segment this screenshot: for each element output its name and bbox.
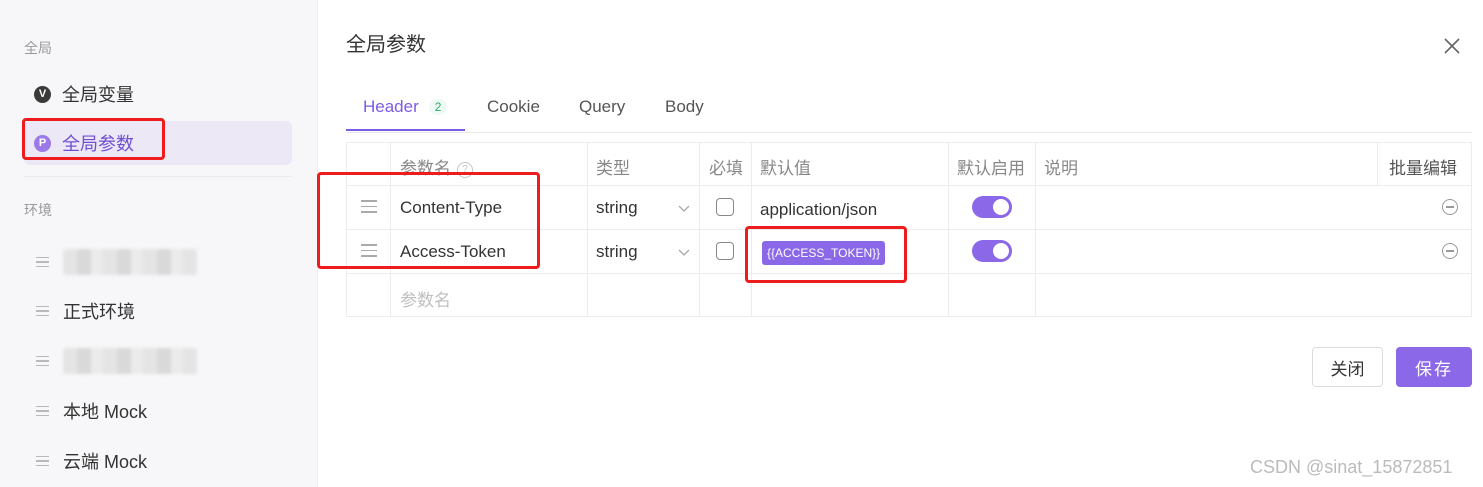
sidebar-item-label: 全局参数 <box>62 134 134 154</box>
enabled-toggle[interactable] <box>972 240 1012 262</box>
param-name-cell[interactable]: Access-Token <box>400 242 506 262</box>
watermark: CSDN @sinat_15872851 <box>1250 457 1453 477</box>
tab-bar: Header 2 Cookie Query Body <box>346 84 1472 133</box>
params-table: 参数名? 类型 必填 默认值 默认启用 说明 批量编辑 Content-Type… <box>346 142 1472 317</box>
drag-handle-icon[interactable] <box>361 200 377 213</box>
tab-cookie[interactable]: Cookie <box>487 84 540 130</box>
sidebar-item-global-variables[interactable]: V 全局变量 <box>24 72 292 116</box>
variable-token-chip[interactable]: {{ACCESS_TOKEN}} <box>762 241 886 265</box>
enabled-toggle[interactable] <box>972 196 1012 218</box>
tab-header[interactable]: Header 2 <box>363 84 448 130</box>
redacted-label <box>63 348 197 374</box>
env-item-label: 本地 Mock <box>63 402 148 422</box>
sidebar: 全局 V 全局变量 P 全局参数 环境 正式环境 本地 Mock 云端 Mock <box>0 0 318 487</box>
header-type: 类型 <box>596 159 630 178</box>
menu-icon <box>36 355 49 367</box>
remove-row-icon[interactable] <box>1442 199 1458 215</box>
header-default-enabled: 默认启用 <box>957 159 1025 178</box>
env-section-title: 环境 <box>24 202 52 218</box>
close-button[interactable]: 关闭 <box>1312 347 1383 387</box>
header-description: 说明 <box>1044 159 1078 178</box>
drag-handle-icon[interactable] <box>361 244 377 257</box>
env-item-local-mock[interactable]: 本地 Mock <box>24 391 292 431</box>
sidebar-item-global-parameters[interactable]: P 全局参数 <box>24 121 292 165</box>
variable-icon: V <box>34 85 51 103</box>
type-select[interactable]: string <box>596 198 638 218</box>
page-title: 全局参数 <box>346 34 426 56</box>
param-name-cell[interactable]: Content-Type <box>400 198 502 218</box>
chevron-down-icon <box>678 249 690 256</box>
tab-count-badge: 2 <box>428 99 448 115</box>
env-item-blurred-2[interactable] <box>24 341 292 381</box>
save-button[interactable]: 保存 <box>1396 347 1472 387</box>
menu-icon <box>36 455 49 467</box>
env-item-cloud-mock[interactable]: 云端 Mock <box>24 441 292 481</box>
tab-label: Header <box>363 97 419 116</box>
help-icon[interactable]: ? <box>457 161 473 178</box>
close-icon[interactable] <box>1440 34 1464 58</box>
tab-body[interactable]: Body <box>665 84 704 130</box>
sidebar-item-label: 全局变量 <box>62 85 134 105</box>
default-value-cell[interactable]: application/json <box>760 200 877 220</box>
tab-query[interactable]: Query <box>579 84 625 130</box>
menu-icon <box>36 305 49 317</box>
env-item-production[interactable]: 正式环境 <box>24 291 292 331</box>
required-checkbox[interactable] <box>716 242 734 260</box>
env-item-label: 正式环境 <box>63 302 135 322</box>
env-item-blurred-1[interactable] <box>24 242 292 282</box>
chevron-down-icon <box>678 205 690 212</box>
header-required: 必填 <box>709 159 743 178</box>
type-select[interactable]: string <box>596 242 638 262</box>
sidebar-divider <box>24 176 292 177</box>
required-checkbox[interactable] <box>716 198 734 216</box>
new-param-name-input[interactable]: 参数名 <box>400 286 451 311</box>
env-item-label: 云端 Mock <box>63 452 148 472</box>
parameter-icon: P <box>34 134 51 152</box>
active-tab-indicator <box>346 129 465 131</box>
header-default-value: 默认值 <box>760 159 811 178</box>
menu-icon <box>36 256 49 268</box>
remove-row-icon[interactable] <box>1442 243 1458 259</box>
header-param-name: 参数名? <box>400 154 473 179</box>
menu-icon <box>36 405 49 417</box>
global-section-title: 全局 <box>24 40 52 56</box>
bulk-edit-button[interactable]: 批量编辑 <box>1389 154 1457 179</box>
redacted-label <box>63 249 197 275</box>
